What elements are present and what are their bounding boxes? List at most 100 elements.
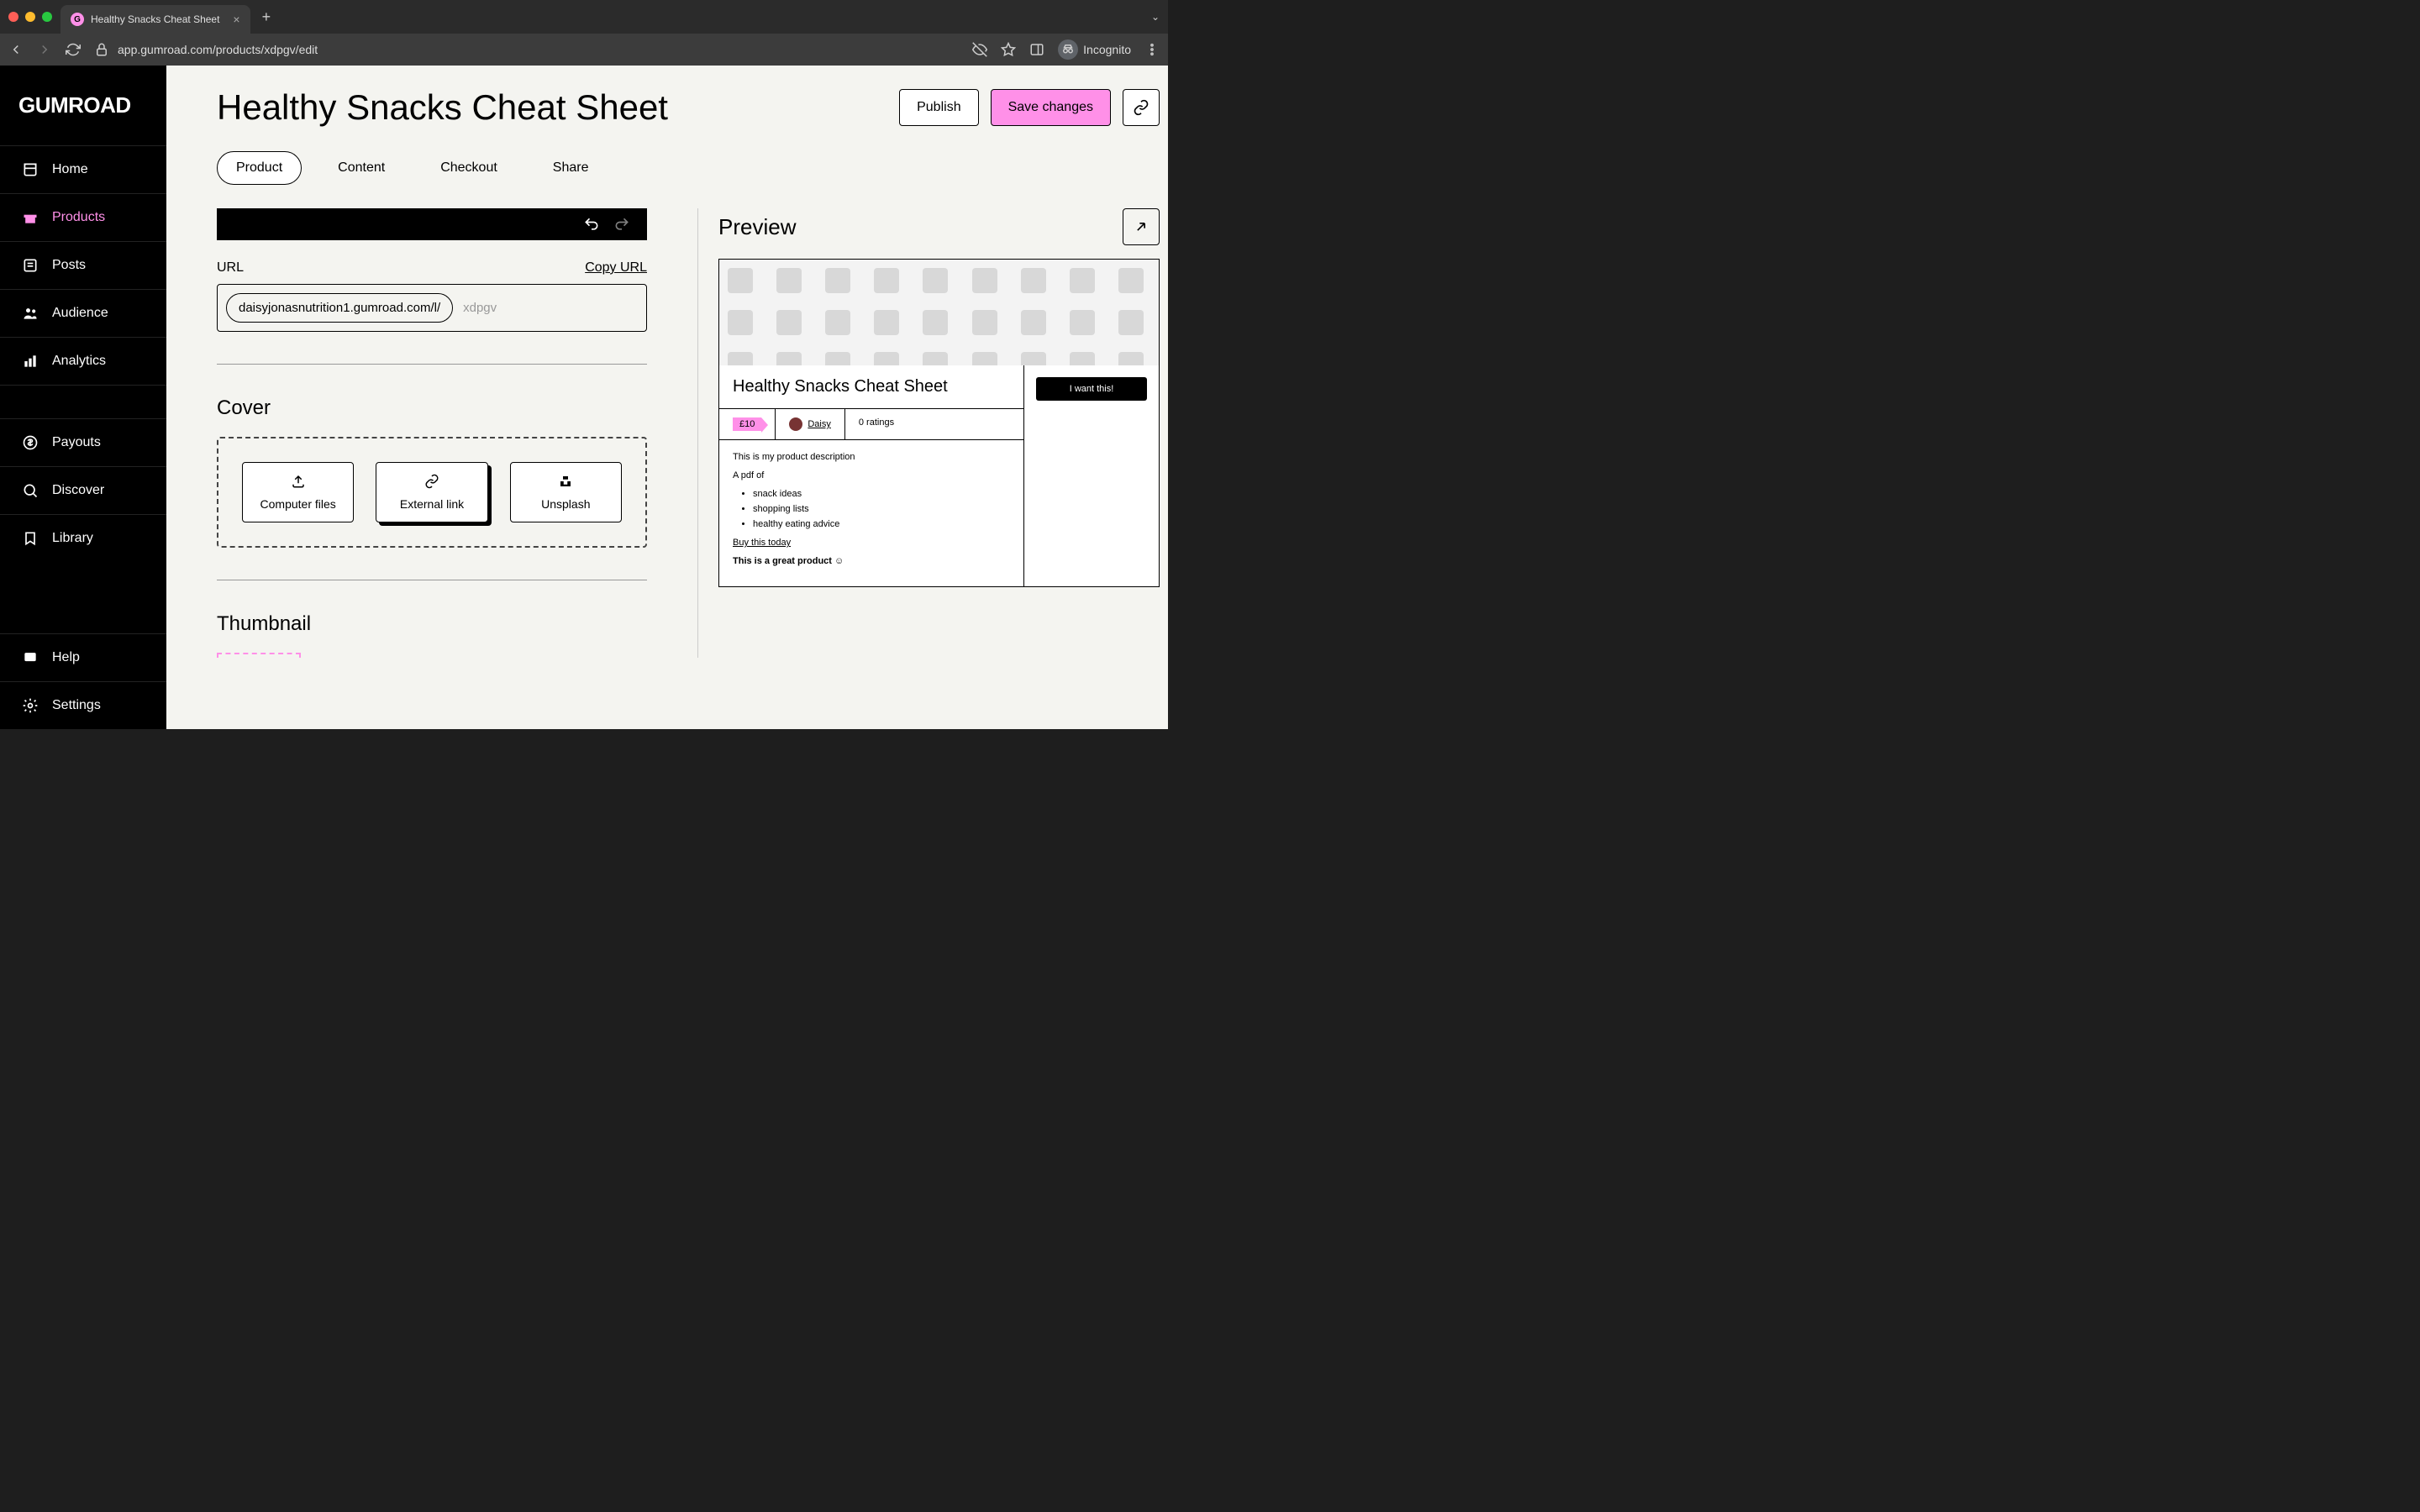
publish-button[interactable]: Publish <box>899 89 978 126</box>
undo-icon[interactable] <box>583 216 600 233</box>
link-button[interactable] <box>1123 89 1160 126</box>
preview-ratings: 0 ratings <box>845 409 908 439</box>
preview-label: Preview <box>718 214 796 240</box>
sidebar-label: Products <box>52 210 105 225</box>
redo-icon[interactable] <box>613 216 630 233</box>
sidebar-label: Analytics <box>52 354 106 369</box>
sidebar-label: Posts <box>52 258 86 273</box>
unsplash-icon <box>558 474 573 489</box>
list-item: healthy eating advice <box>753 519 1010 529</box>
incognito-badge[interactable]: Incognito <box>1058 39 1131 60</box>
tab-product[interactable]: Product <box>217 151 302 185</box>
sidebar-label: Payouts <box>52 435 101 450</box>
avatar-icon <box>789 417 802 431</box>
sidebar-item-products[interactable]: Products <box>0 193 166 241</box>
cover-option-computer-files[interactable]: Computer files <box>242 462 354 522</box>
help-icon <box>22 649 39 666</box>
sidebar: GUMROAD Home Products Posts Audience Ana… <box>0 66 166 729</box>
browser-tab[interactable]: G Healthy Snacks Cheat Sheet × <box>60 5 250 34</box>
thumbnail-dropzone-partial[interactable] <box>217 653 301 658</box>
sidebar-label: Help <box>52 650 80 665</box>
copy-url-button[interactable]: Copy URL <box>585 260 647 276</box>
star-icon[interactable] <box>1001 42 1016 57</box>
settings-icon <box>22 697 39 714</box>
tab-share[interactable]: Share <box>534 151 608 185</box>
sidebar-label: Audience <box>52 306 108 321</box>
sidebar-item-discover[interactable]: Discover <box>0 466 166 514</box>
library-icon <box>22 530 39 547</box>
discover-icon <box>22 482 39 499</box>
preview-expand-button[interactable] <box>1123 208 1160 245</box>
cover-heading: Cover <box>217 396 647 420</box>
incognito-icon <box>1058 39 1078 60</box>
save-changes-button[interactable]: Save changes <box>991 89 1111 126</box>
sidebar-item-settings[interactable]: Settings <box>0 681 166 729</box>
payouts-icon <box>22 434 39 451</box>
tabs: Product Content Checkout Share <box>217 151 1160 185</box>
expand-icon <box>1133 218 1150 235</box>
posts-icon <box>22 257 39 274</box>
eye-off-icon[interactable] <box>972 42 987 57</box>
url-prefix: daisyjonasnutrition1.gumroad.com/l/ <box>226 293 453 323</box>
window-close-button[interactable] <box>8 12 18 22</box>
new-tab-button[interactable]: + <box>262 8 271 26</box>
want-this-button[interactable]: I want this! <box>1036 377 1147 401</box>
back-icon[interactable] <box>8 42 24 57</box>
list-item: snack ideas <box>753 489 1010 499</box>
thumbnail-heading: Thumbnail <box>217 612 647 636</box>
sidebar-label: Discover <box>52 483 104 498</box>
reload-icon[interactable] <box>66 42 81 57</box>
link-icon <box>1133 99 1150 116</box>
cover-option-unsplash[interactable]: Unsplash <box>510 462 622 522</box>
preview-price: £10 <box>719 409 776 439</box>
products-icon <box>22 209 39 226</box>
forward-icon[interactable] <box>37 42 52 57</box>
sidebar-item-analytics[interactable]: Analytics <box>0 337 166 385</box>
window-minimize-button[interactable] <box>25 12 35 22</box>
sidebar-label: Library <box>52 531 93 546</box>
link-icon <box>424 474 439 489</box>
sidebar-item-payouts[interactable]: Payouts <box>0 418 166 466</box>
sidebar-item-help[interactable]: Help <box>0 633 166 681</box>
list-item: shopping lists <box>753 504 1010 514</box>
divider <box>217 364 647 365</box>
cover-option-external-link[interactable]: External link <box>376 462 487 522</box>
preview-product-title: Healthy Snacks Cheat Sheet <box>719 365 1023 409</box>
close-tab-icon[interactable]: × <box>233 13 239 26</box>
tab-title: Healthy Snacks Cheat Sheet <box>91 13 219 25</box>
tab-favicon-icon: G <box>71 13 84 26</box>
buy-link[interactable]: Buy this today <box>733 538 791 548</box>
preview-author[interactable]: Daisy <box>776 409 845 439</box>
preview-cover-image <box>719 260 1159 365</box>
url-slug-input[interactable]: xdpgv <box>463 301 497 315</box>
logo[interactable]: GUMROAD <box>0 81 166 145</box>
browser-titlebar: G Healthy Snacks Cheat Sheet × + ⌄ <box>0 0 1168 34</box>
sidebar-item-home[interactable]: Home <box>0 145 166 193</box>
sidebar-label: Settings <box>52 698 101 713</box>
kebab-menu-icon[interactable] <box>1144 42 1160 57</box>
tab-checkout[interactable]: Checkout <box>421 151 517 185</box>
preview-description: This is my product description A pdf of … <box>719 440 1023 586</box>
page-title: Healthy Snacks Cheat Sheet <box>217 87 887 128</box>
sidebar-item-audience[interactable]: Audience <box>0 289 166 337</box>
tabs-chevron-down-icon[interactable]: ⌄ <box>1151 11 1160 23</box>
url-text[interactable]: app.gumroad.com/products/xdpgv/edit <box>118 43 318 56</box>
url-field[interactable]: daisyjonasnutrition1.gumroad.com/l/ xdpg… <box>217 284 647 332</box>
preview-card: Healthy Snacks Cheat Sheet £10 Daisy 0 r… <box>718 259 1160 587</box>
analytics-icon <box>22 353 39 370</box>
sidebar-label: Home <box>52 162 88 177</box>
cover-dropzone[interactable]: Computer files External link Unsplash <box>217 437 647 548</box>
lock-icon[interactable] <box>94 42 109 57</box>
browser-url-bar: app.gumroad.com/products/xdpgv/edit Inco… <box>0 34 1168 66</box>
audience-icon <box>22 305 39 322</box>
window-maximize-button[interactable] <box>42 12 52 22</box>
home-icon <box>22 161 39 178</box>
sidebar-item-posts[interactable]: Posts <box>0 241 166 289</box>
upload-icon <box>291 474 306 489</box>
url-label: URL <box>217 260 244 276</box>
tab-content[interactable]: Content <box>318 151 404 185</box>
main-content: Healthy Snacks Cheat Sheet Publish Save … <box>166 66 1168 729</box>
panel-icon[interactable] <box>1029 42 1044 57</box>
sidebar-item-library[interactable]: Library <box>0 514 166 562</box>
editor-toolbar <box>217 208 647 240</box>
